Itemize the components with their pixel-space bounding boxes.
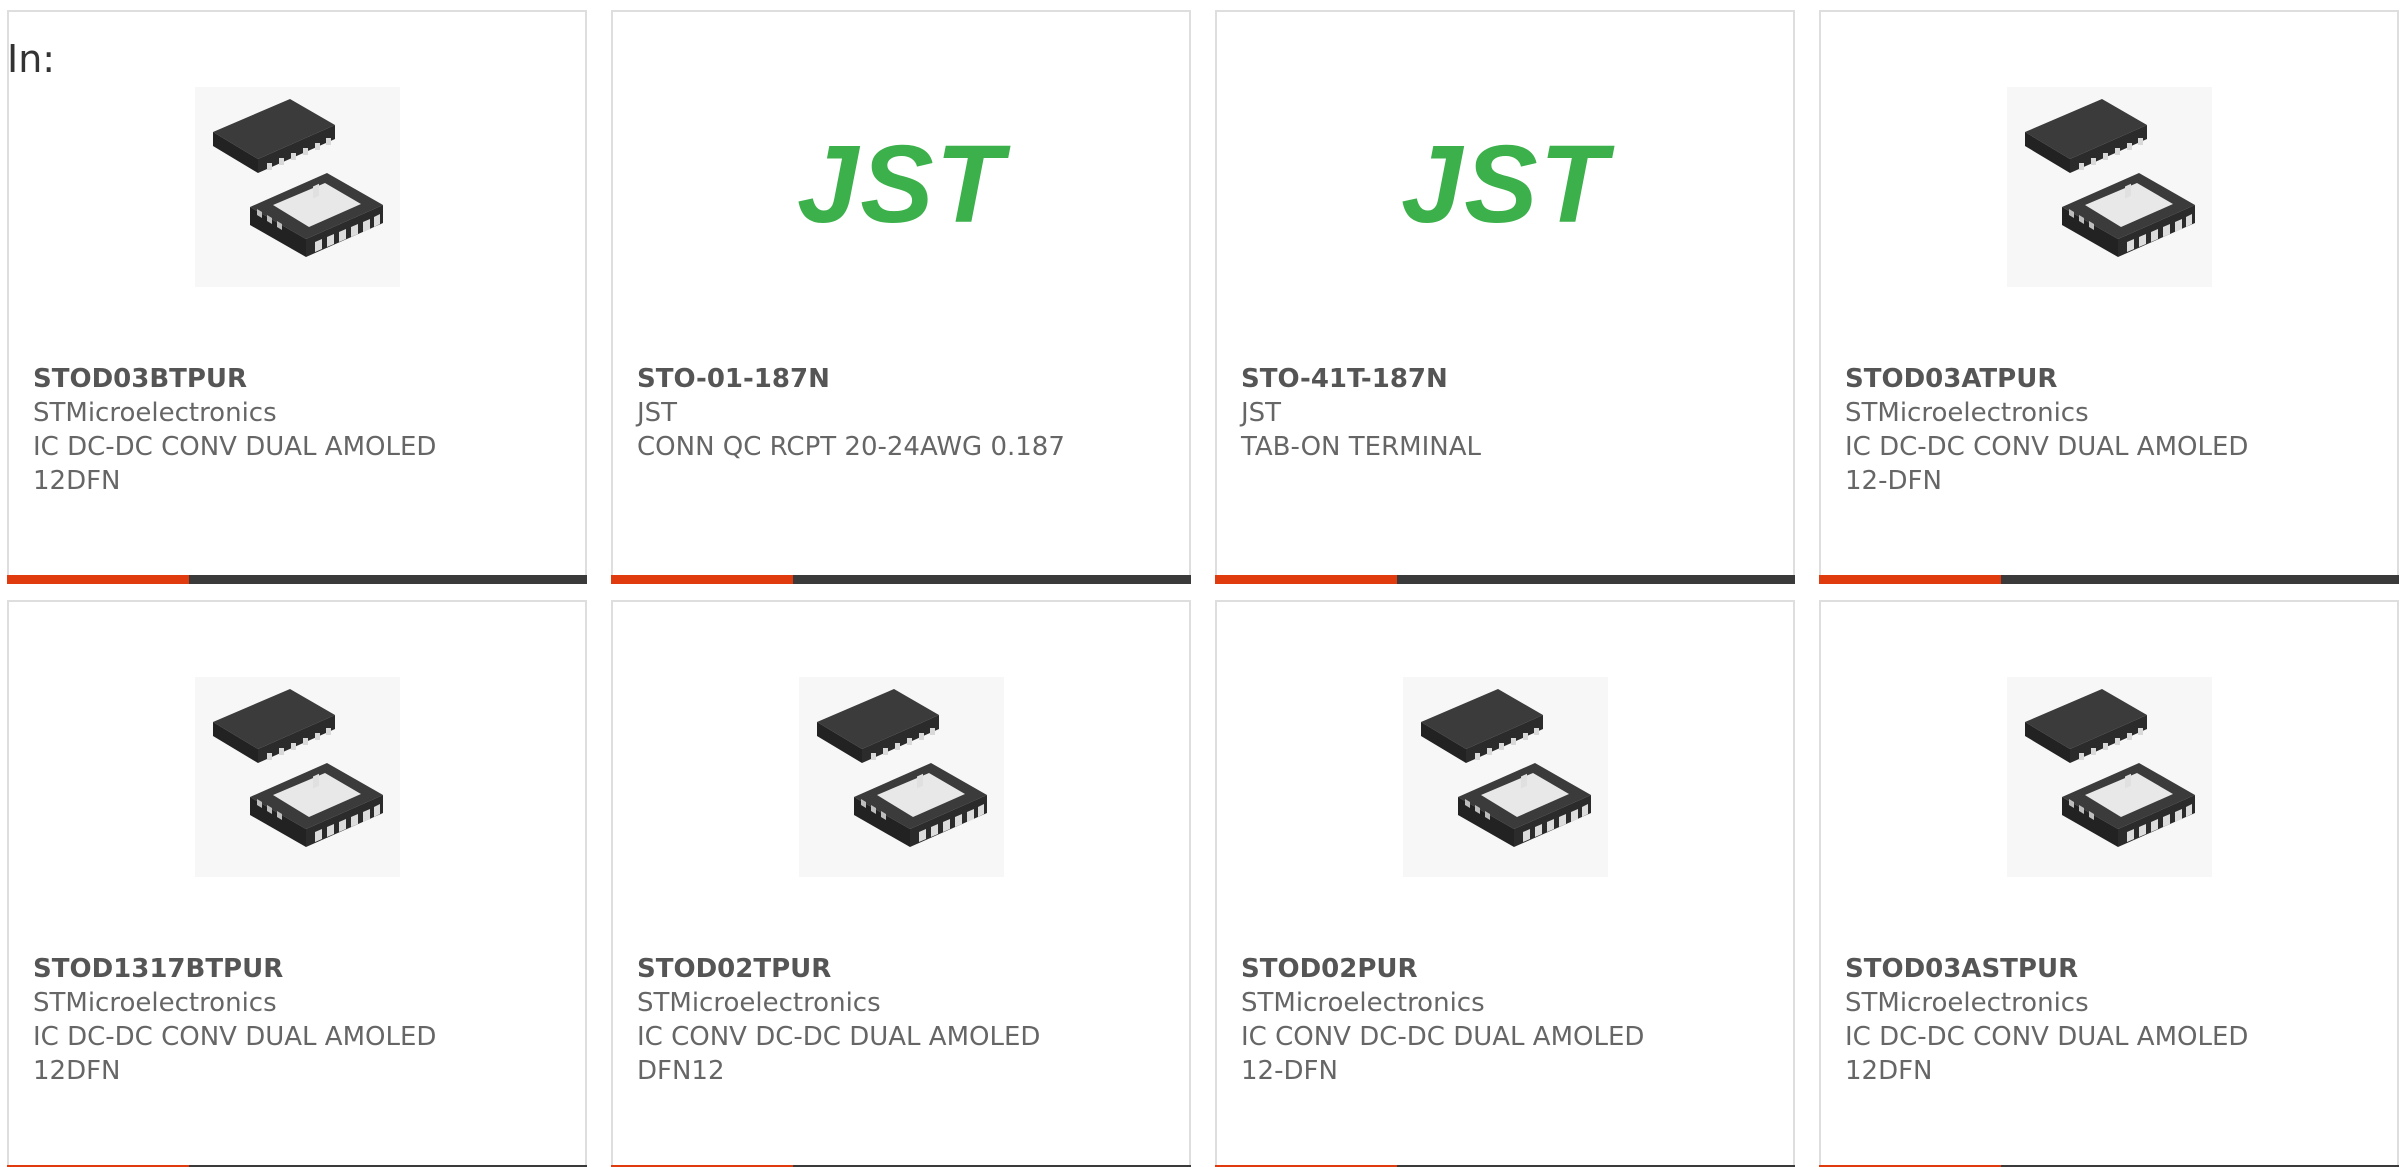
dfn12-chip-image[interactable] <box>9 82 585 292</box>
card-accent-bar <box>611 575 793 584</box>
part-number[interactable]: STOD03ATPUR <box>1845 362 2377 396</box>
product-info: STOD03ASTPUR STMicroelectronics IC DC-DC C… <box>1845 952 2377 1088</box>
description-line: IC DC-DC CONV DUAL AMOLED <box>1845 432 2249 462</box>
product-info: STOD02TPUR STMicroelectronics IC CONV DC-D… <box>637 952 1169 1088</box>
product-card[interactable]: STOD03ASTPUR STMicroelectronics IC DC-DC C… <box>1819 600 2399 1167</box>
manufacturer: STMicroelectronics <box>1845 398 2089 428</box>
dfn12-chip-image[interactable] <box>613 672 1189 882</box>
product-card[interactable]: STOD03BTPUR STMicroelectronics IC DC-DC CO… <box>7 10 587 584</box>
description-line: 12-DFN <box>1241 1056 1338 1086</box>
card-accent-bar <box>7 575 189 584</box>
svg-text:JST: JST <box>1401 123 1615 246</box>
product-info: STOD03BTPUR STMicroelectronics IC DC-DC CO… <box>33 362 565 498</box>
dfn12-chip-image[interactable] <box>1821 672 2397 882</box>
description-line: 12DFN <box>1845 1056 1933 1086</box>
manufacturer: JST <box>637 398 678 428</box>
description-line: 12DFN <box>33 466 121 496</box>
in-label: In: <box>7 37 56 81</box>
svg-text:JST: JST <box>797 123 1011 246</box>
part-number[interactable]: STOD1317BTPUR <box>33 952 565 986</box>
manufacturer: STMicroelectronics <box>1845 988 2089 1018</box>
card-accent-bar <box>1819 575 2001 584</box>
part-number[interactable]: STOD03BTPUR <box>33 362 565 396</box>
dfn12-chip-image[interactable] <box>9 672 585 882</box>
description-line: IC CONV DC-DC DUAL AMOLED <box>637 1022 1041 1052</box>
description-line: IC DC-DC CONV DUAL AMOLED <box>33 1022 437 1052</box>
part-number[interactable]: STOD02PUR <box>1241 952 1773 986</box>
part-number[interactable]: STOD03ASTPUR <box>1845 952 2377 986</box>
description-line: DFN12 <box>637 1056 725 1086</box>
description-line: IC DC-DC CONV DUAL AMOLED <box>33 432 437 462</box>
product-info: STO-01-187N JST CONN QC RCPT 20-24AWG 0.18… <box>637 362 1169 464</box>
description-line: TAB-ON TERMINAL <box>1241 432 1481 462</box>
jst-logo[interactable]: JST <box>613 82 1189 292</box>
product-info: STOD1317BTPUR STMicroelectronics IC DC-DC … <box>33 952 565 1088</box>
part-number[interactable]: STOD02TPUR <box>637 952 1169 986</box>
description-line: 12-DFN <box>1845 466 1942 496</box>
manufacturer: STMicroelectronics <box>33 398 277 428</box>
description-line: CONN QC RCPT 20-24AWG 0.187 <box>637 432 1065 462</box>
description-line: IC DC-DC CONV DUAL AMOLED <box>1845 1022 2249 1052</box>
product-info: STO-41T-187N JST TAB-ON TERMINAL <box>1241 362 1773 464</box>
product-card[interactable]: JST STO-41T-187N JST TAB-ON TERMINAL <box>1215 10 1795 584</box>
part-number[interactable]: STO-41T-187N <box>1241 362 1773 396</box>
manufacturer: STMicroelectronics <box>1241 988 1485 1018</box>
product-grid: In: STOD03BTPUR STMicroelectronics IC DC-D… <box>0 0 2400 1167</box>
manufacturer: JST <box>1241 398 1282 428</box>
description-line: 12DFN <box>33 1056 121 1086</box>
card-footer-bar <box>1819 575 2399 584</box>
card-footer-bar <box>611 575 1191 584</box>
product-card[interactable]: STOD02TPUR STMicroelectronics IC CONV DC-D… <box>611 600 1191 1167</box>
dfn12-chip-image[interactable] <box>1821 82 2397 292</box>
jst-logo[interactable]: JST <box>1217 82 1793 292</box>
product-card[interactable]: STOD1317BTPUR STMicroelectronics IC DC-DC … <box>7 600 587 1167</box>
product-card[interactable]: STOD03ATPUR STMicroelectronics IC DC-DC CO… <box>1819 10 2399 584</box>
dfn12-chip-image[interactable] <box>1217 672 1793 882</box>
manufacturer: STMicroelectronics <box>637 988 881 1018</box>
part-number[interactable]: STO-01-187N <box>637 362 1169 396</box>
manufacturer: STMicroelectronics <box>33 988 277 1018</box>
product-card[interactable]: JST STO-01-187N JST CONN QC RCPT 20-24AWG … <box>611 10 1191 584</box>
card-footer-bar <box>7 575 587 584</box>
product-card[interactable]: STOD02PUR STMicroelectronics IC CONV DC-DC… <box>1215 600 1795 1167</box>
product-info: STOD03ATPUR STMicroelectronics IC DC-DC CO… <box>1845 362 2377 498</box>
card-accent-bar <box>1215 575 1397 584</box>
description-line: IC CONV DC-DC DUAL AMOLED <box>1241 1022 1645 1052</box>
card-footer-bar <box>1215 575 1795 584</box>
product-info: STOD02PUR STMicroelectronics IC CONV DC-DC… <box>1241 952 1773 1088</box>
